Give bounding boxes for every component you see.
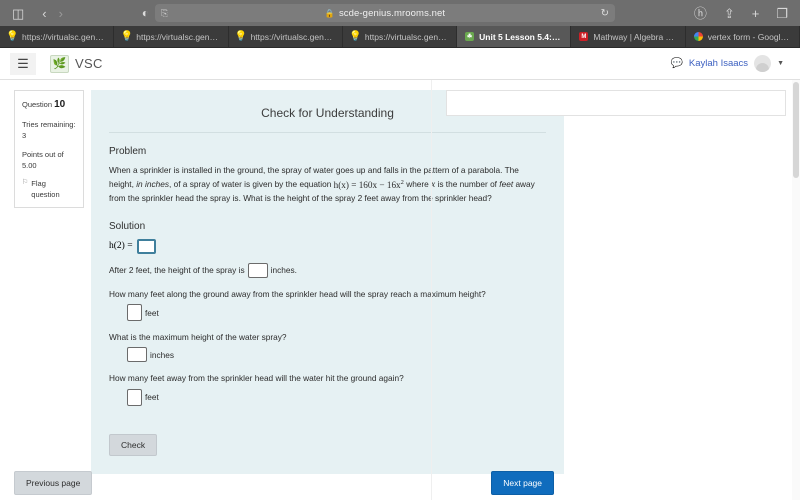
- browser-tab[interactable]: 💡 https://virtualsc.geniussi...: [229, 26, 343, 47]
- unit-label-feet-2: feet: [145, 392, 159, 403]
- empty-block-panel: [446, 90, 786, 116]
- scrollbar-thumb[interactable]: [793, 82, 799, 178]
- mathway-icon: M: [579, 32, 589, 41]
- question-sidebar: Question 10 Tries remaining: 3 Points ou…: [0, 80, 84, 500]
- right-sidebar: [431, 80, 800, 500]
- answer-input-max-distance[interactable]: [127, 304, 142, 322]
- page-body: Question 10 Tries remaining: 3 Points ou…: [0, 80, 800, 500]
- browser-tab[interactable]: 💡 https://virtualsc.geniussi...: [343, 26, 458, 47]
- statement-height-unit: inches.: [270, 265, 297, 276]
- browser-actions-group: ⓗ ⇪ + ❐: [690, 5, 792, 22]
- flag-icon: ⚐: [22, 179, 29, 186]
- plus-icon[interactable]: +: [748, 5, 764, 22]
- tries-remaining: Tries remaining: 3: [22, 120, 76, 141]
- browser-toolbar: ◫ ‹ › ◐ ⎘ 🔒 scde-genius.mrooms.net ↻ ⓗ ⇪…: [0, 0, 800, 26]
- page-navigation: Previous page Next page: [14, 471, 786, 500]
- address-bar-area: ◐ ⎘ 🔒 scde-genius.mrooms.net ↻: [79, 4, 678, 22]
- leaf-icon: ☘: [465, 32, 475, 41]
- share-icon[interactable]: ⇪: [720, 5, 739, 22]
- bulb-icon: 💡: [349, 30, 362, 42]
- next-page-button[interactable]: Next page: [491, 471, 554, 495]
- tab-title: Unit 5 Lesson 5.4: Solvin...: [479, 31, 562, 42]
- user-avatar-icon[interactable]: [754, 55, 772, 72]
- browser-tab-active[interactable]: ☘ Unit 5 Lesson 5.4: Solvin...: [457, 26, 572, 47]
- unit-label-inches: inches: [150, 349, 174, 360]
- address-bar[interactable]: ⎘ 🔒 scde-genius.mrooms.net ↻: [155, 4, 616, 22]
- user-name[interactable]: Kaylah Isaacs: [689, 58, 748, 69]
- answer-input-height[interactable]: [247, 262, 268, 278]
- flag-question-label: Flag question: [31, 179, 60, 200]
- question-number-row: Question 10: [22, 97, 76, 112]
- problem-text-part2: , of a spray of water is given by the eq…: [168, 179, 334, 190]
- tab-title: https://virtualsc.geniussi...: [250, 31, 334, 42]
- vsc-logo-icon: 🌿: [50, 54, 69, 73]
- tab-title: Mathway | Algebra Probl...: [593, 31, 676, 42]
- question-info-box: Question 10 Tries remaining: 3 Points ou…: [14, 90, 84, 208]
- user-menu[interactable]: 💬 Kaylah Isaacs ▼: [670, 55, 790, 72]
- bulb-icon: 💡: [234, 30, 248, 42]
- problem-emphasis-inches: in inches: [136, 179, 169, 190]
- tab-title: https://virtualsc.geniussi...: [136, 31, 219, 42]
- unit-label-feet: feet: [145, 307, 159, 318]
- brand-name: VSC: [75, 56, 103, 71]
- tab-title: vertex form - Google Se...: [707, 31, 791, 42]
- contrast-icon[interactable]: ◐: [142, 6, 149, 20]
- lock-icon: 🔒: [324, 8, 335, 18]
- problem-text-part3: where: [403, 179, 432, 190]
- url-text: scde-genius.mrooms.net: [338, 7, 446, 19]
- download-icon[interactable]: ⓗ: [690, 5, 711, 22]
- tab-strip: 💡 https://virtualsc.geniussi... 💡 https:…: [0, 26, 800, 48]
- check-button[interactable]: Check: [109, 433, 158, 456]
- chat-bubble-icon[interactable]: 💬: [670, 58, 682, 69]
- tab-overview-icon[interactable]: ❐: [772, 5, 792, 22]
- app-header: ☰ 🌿 VSC 💬 Kaylah Isaacs ▼: [0, 48, 800, 80]
- chevron-down-icon[interactable]: ▼: [777, 60, 784, 67]
- answer-input-ground-distance[interactable]: [127, 388, 142, 406]
- problem-equation: h(x) = 160x − 16x2: [333, 178, 404, 190]
- bulb-icon: 💡: [120, 30, 134, 42]
- forward-chevron-icon[interactable]: ›: [55, 5, 67, 22]
- brand-group[interactable]: 🌿 VSC: [50, 54, 103, 73]
- tab-title: https://virtualsc.geniussi...: [364, 31, 448, 42]
- browser-nav-group: ◫ ‹ ›: [8, 5, 67, 22]
- url-text-group: 🔒 scde-genius.mrooms.net: [155, 8, 615, 19]
- sidebar-toggle-icon[interactable]: ◫: [8, 5, 28, 22]
- statement-height-text: After 2 feet, the height of the spray is: [109, 265, 245, 276]
- flag-question-link[interactable]: ⚐ Flag question: [22, 178, 76, 201]
- page-scrollbar[interactable]: [792, 80, 800, 500]
- browser-tab[interactable]: vertex form - Google Se...: [686, 26, 800, 47]
- question-number: 10: [54, 99, 66, 110]
- previous-page-button[interactable]: Previous page: [14, 471, 93, 495]
- question-label: Question: [22, 100, 53, 109]
- answer-input-h2[interactable]: [136, 238, 156, 254]
- question-content: Check for Understanding Problem When a s…: [84, 80, 564, 500]
- bulb-icon: 💡: [6, 30, 19, 42]
- reload-icon[interactable]: ↻: [601, 8, 609, 19]
- points-out-of: Points out of 5.00: [22, 149, 64, 170]
- google-icon: [693, 32, 703, 41]
- evaluate-label: h(2) =: [109, 241, 133, 252]
- hamburger-icon[interactable]: ☰: [10, 52, 36, 75]
- answer-input-max-height[interactable]: [127, 347, 147, 363]
- browser-tab[interactable]: 💡 https://virtualsc.geniussi...: [114, 26, 229, 47]
- tab-title: https://virtualsc.geniussi...: [22, 31, 105, 42]
- browser-tab[interactable]: 💡 https://virtualsc.geniussi...: [0, 26, 115, 47]
- back-chevron-icon[interactable]: ‹: [38, 5, 50, 22]
- browser-tab[interactable]: M Mathway | Algebra Probl...: [571, 26, 686, 47]
